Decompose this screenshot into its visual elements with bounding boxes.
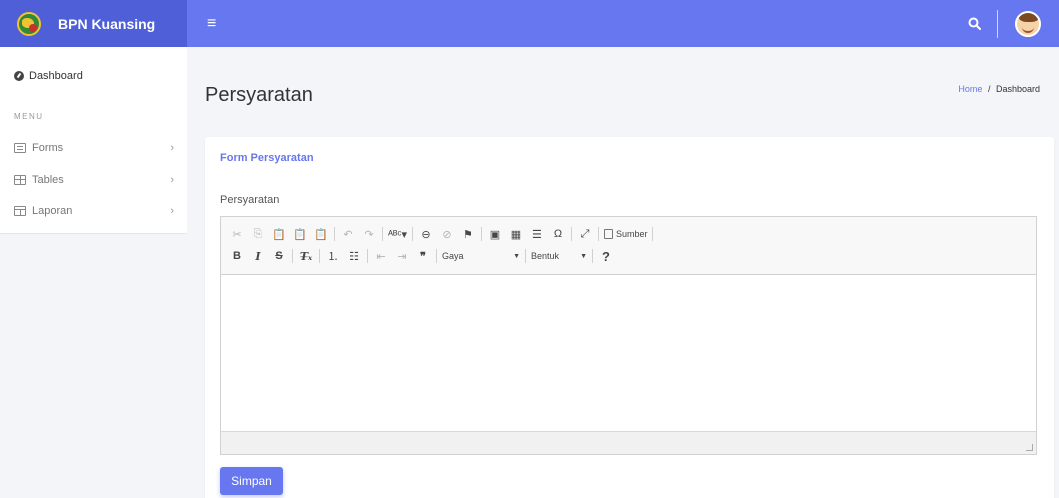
dashboard-icon bbox=[14, 71, 24, 81]
remove-format-icon[interactable]: T̶ₓ bbox=[298, 247, 314, 265]
rich-text-editor: ✂ ⎘ 📋 📋 📋 ↶ ↷ ᴬᴮᶜ▾ ⊖ ⊘ ⚑ ▣ ▦ ☰ Ω ⤢ Sumbe… bbox=[220, 216, 1037, 455]
maximize-icon[interactable]: ⤢ bbox=[577, 225, 593, 243]
table-icon bbox=[14, 175, 26, 185]
format-dropdown-label: Bentuk bbox=[531, 251, 560, 261]
redo-icon[interactable]: ↷ bbox=[361, 225, 377, 243]
unlink-icon[interactable]: ⊘ bbox=[439, 225, 455, 243]
source-label: Sumber bbox=[615, 229, 648, 239]
sidebar-item-label: Laporan bbox=[32, 205, 73, 217]
toolbar-separator bbox=[411, 227, 413, 241]
toolbar-separator bbox=[292, 249, 293, 263]
toolbar-separator bbox=[319, 249, 320, 263]
sidebar-item-laporan[interactable]: Laporan › bbox=[14, 205, 174, 217]
source-doc-icon bbox=[603, 229, 613, 239]
chevron-right-icon: › bbox=[170, 205, 174, 217]
brand-name: BPN Kuansing bbox=[58, 15, 156, 32]
numbered-list-icon[interactable]: ⒈ bbox=[325, 247, 341, 265]
brand[interactable]: BPN Kuansing bbox=[0, 0, 187, 47]
sidebar-item-dashboard[interactable]: Dashboard bbox=[14, 70, 83, 82]
toolbar-separator bbox=[597, 227, 599, 241]
cut-icon[interactable]: ✂ bbox=[229, 225, 245, 243]
resize-handle-icon[interactable] bbox=[1026, 444, 1033, 451]
toolbar-separator bbox=[525, 249, 526, 263]
user-avatar[interactable] bbox=[1015, 10, 1041, 37]
toolbar-separator bbox=[382, 227, 383, 241]
bold-icon[interactable]: B bbox=[229, 247, 245, 265]
page-title: Persyaratan bbox=[205, 84, 313, 106]
topbar-divider bbox=[997, 9, 998, 38]
copy-icon[interactable]: ⎘ bbox=[250, 225, 266, 243]
toolbar-separator bbox=[592, 249, 593, 263]
breadcrumb-separator: / bbox=[987, 84, 991, 94]
toolbar-separator bbox=[570, 227, 572, 241]
paste-icon[interactable]: 📋 bbox=[271, 225, 287, 243]
topbar-right bbox=[951, 0, 1059, 47]
link-icon[interactable]: ⊖ bbox=[418, 225, 434, 243]
editor-toolbar: ✂ ⎘ 📋 📋 📋 ↶ ↷ ᴬᴮᶜ▾ ⊖ ⊘ ⚑ ▣ ▦ ☰ Ω ⤢ Sumbe… bbox=[221, 217, 1036, 275]
chevron-right-icon: › bbox=[170, 142, 174, 154]
indent-icon[interactable]: ⇥ bbox=[394, 247, 410, 265]
table-insert-icon[interactable]: ▦ bbox=[508, 225, 524, 243]
spellcheck-icon[interactable]: ᴬᴮᶜ▾ bbox=[388, 225, 407, 243]
italic-icon[interactable]: I bbox=[250, 247, 266, 265]
toolbar-separator bbox=[334, 227, 335, 241]
card-title: Form Persyaratan bbox=[220, 152, 314, 164]
chevron-right-icon: › bbox=[170, 174, 174, 186]
logo-icon bbox=[17, 11, 41, 36]
sidebar-item-label: Forms bbox=[32, 142, 64, 154]
sidebar: Dashboard MENU Forms › Tables › Laporan … bbox=[0, 47, 187, 234]
format-dropdown[interactable]: Bentuk ▼ bbox=[531, 251, 587, 261]
special-char-icon[interactable]: Ω bbox=[550, 225, 566, 243]
help-icon[interactable]: ? bbox=[598, 247, 614, 265]
breadcrumb: Home / Dashboard bbox=[958, 84, 1040, 94]
save-button[interactable]: Simpan bbox=[220, 467, 283, 495]
paste-word-icon[interactable]: 📋 bbox=[313, 225, 329, 243]
search-button[interactable] bbox=[951, 0, 997, 47]
toolbar-separator bbox=[367, 249, 368, 263]
top-navbar: BPN Kuansing ≡ bbox=[0, 0, 1059, 47]
anchor-flag-icon[interactable]: ⚑ bbox=[460, 225, 476, 243]
paste-text-icon[interactable]: 📋 bbox=[292, 225, 308, 243]
dropdown-arrow-icon: ▼ bbox=[513, 252, 520, 260]
style-dropdown[interactable]: Gaya ▼ bbox=[442, 251, 520, 261]
toolbar-row-2: B I S T̶ₓ ⒈ ☷ ⇤ ⇥ ❞ Gaya ▼ Bentuk ▼ ? bbox=[229, 245, 1028, 267]
editor-content-area[interactable] bbox=[221, 275, 1036, 431]
columns-icon bbox=[14, 206, 26, 216]
search-icon bbox=[968, 17, 981, 30]
field-label: Persyaratan bbox=[220, 194, 280, 206]
sidebar-item-label: Tables bbox=[32, 174, 64, 186]
sidebar-menu-title: MENU bbox=[14, 112, 44, 121]
breadcrumb-home-link[interactable]: Home bbox=[958, 84, 982, 94]
outdent-icon[interactable]: ⇤ bbox=[373, 247, 389, 265]
blockquote-icon[interactable]: ❞ bbox=[415, 247, 431, 265]
hamburger-icon[interactable]: ≡ bbox=[207, 15, 216, 32]
breadcrumb-current: Dashboard bbox=[995, 84, 1040, 94]
form-icon bbox=[14, 143, 26, 153]
dropdown-arrow-icon: ▼ bbox=[580, 252, 587, 260]
toolbar-separator bbox=[652, 227, 654, 241]
sidebar-item-forms[interactable]: Forms › bbox=[14, 142, 174, 154]
sidebar-item-label: Dashboard bbox=[29, 70, 83, 82]
toolbar-row-1: ✂ ⎘ 📋 📋 📋 ↶ ↷ ᴬᴮᶜ▾ ⊖ ⊘ ⚑ ▣ ▦ ☰ Ω ⤢ Sumbe… bbox=[229, 223, 1028, 245]
toolbar-separator bbox=[436, 249, 437, 263]
editor-statusbar bbox=[221, 431, 1036, 454]
toolbar-separator bbox=[480, 227, 482, 241]
style-dropdown-label: Gaya bbox=[442, 251, 464, 261]
bulleted-list-icon[interactable]: ☷ bbox=[346, 247, 362, 265]
strikethrough-icon[interactable]: S bbox=[271, 247, 287, 265]
sidebar-item-tables[interactable]: Tables › bbox=[14, 174, 174, 186]
image-icon[interactable]: ▣ bbox=[487, 225, 503, 243]
source-button[interactable]: Sumber bbox=[603, 225, 648, 243]
form-card: Form Persyaratan Persyaratan ✂ ⎘ 📋 📋 📋 ↶… bbox=[205, 137, 1054, 498]
horizontal-line-icon[interactable]: ☰ bbox=[529, 225, 545, 243]
undo-icon[interactable]: ↶ bbox=[340, 225, 356, 243]
